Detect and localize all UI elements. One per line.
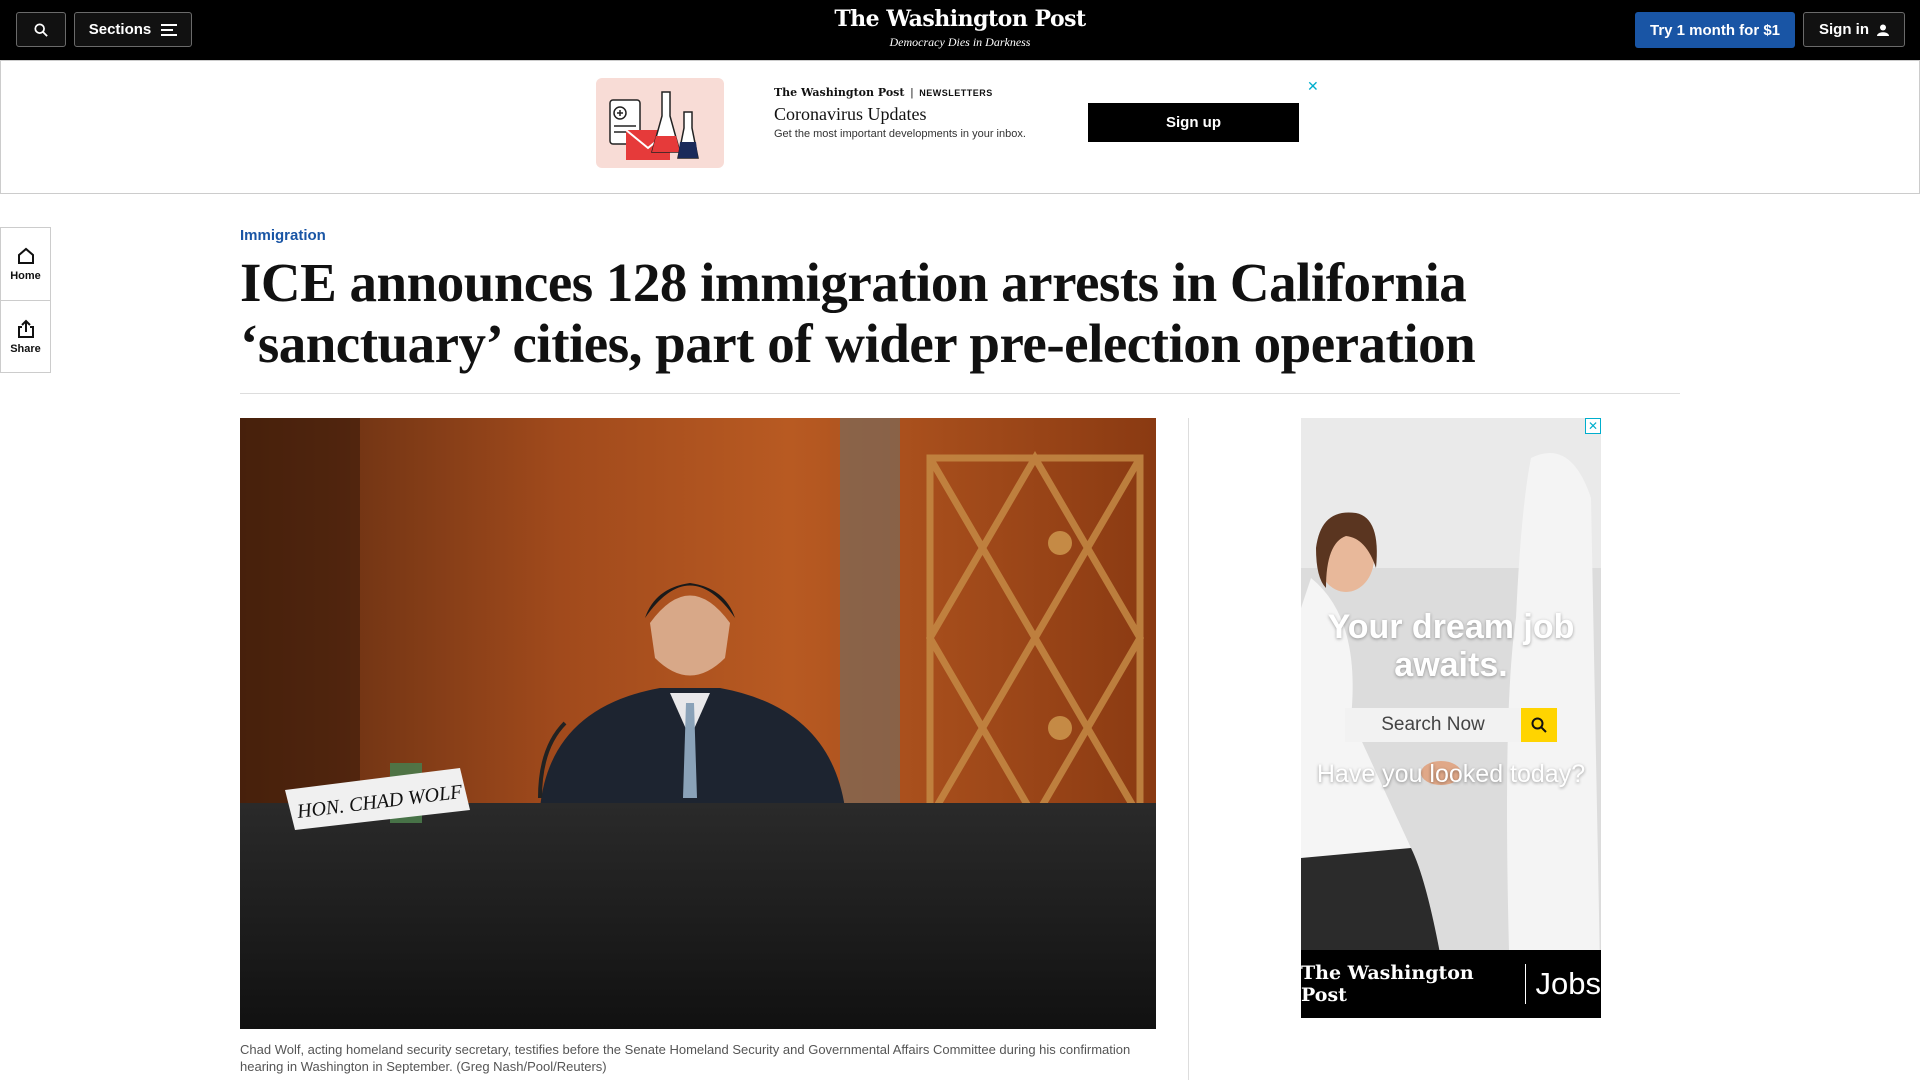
- jobs-ad-headline: Your dream job awaits.: [1327, 608, 1575, 684]
- tagline: Democracy Dies in Darkness: [889, 35, 1031, 49]
- top-navigation: Sections The Washington Post Democracy D…: [0, 0, 1920, 60]
- search-icon: [34, 22, 48, 37]
- lead-photo[interactable]: HON. CHAD WOLF: [240, 418, 1156, 1029]
- jobs-search[interactable]: Search Now: [1345, 708, 1557, 742]
- jobs-ad-question: Have you looked today?: [1316, 760, 1586, 788]
- newsletter-brand: The Washington Post | NEWSLETTERS: [774, 86, 993, 99]
- newsletter-illustration: [596, 78, 724, 168]
- newsletter-title: Coronavirus Updates: [774, 104, 927, 124]
- newsletter-subtitle: Get the most important developments in y…: [774, 128, 1026, 140]
- close-ad-icon[interactable]: ✕: [1585, 418, 1601, 434]
- home-icon: [17, 247, 34, 264]
- masthead[interactable]: The Washington Post Democracy Dies in Da…: [760, 6, 1160, 50]
- share-button[interactable]: Share: [1, 300, 50, 372]
- search-icon: [1531, 717, 1547, 733]
- jobs-search-button[interactable]: [1521, 708, 1557, 742]
- article-headline: ICE announces 128 immigration arrests in…: [240, 252, 1476, 374]
- user-icon: [1877, 24, 1889, 36]
- close-ad-icon[interactable]: ✕: [1307, 78, 1319, 95]
- newsletter-brand-logo: The Washington Post: [774, 86, 905, 99]
- newsletter-ad-banner: [0, 60, 1920, 194]
- sign-in-label: Sign in: [1819, 21, 1869, 38]
- divider: [1524, 964, 1526, 1004]
- subscribe-button[interactable]: Try 1 month for $1: [1635, 12, 1795, 48]
- jobs-ad-footer: The Washington Post Jobs: [1301, 950, 1601, 1018]
- sections-button[interactable]: Sections: [74, 12, 192, 47]
- jobs-search-field[interactable]: Search Now: [1345, 708, 1521, 742]
- column-divider: [1188, 418, 1189, 1080]
- headline-divider: [240, 393, 1680, 394]
- newsletter-signup-button[interactable]: Sign up: [1088, 103, 1299, 142]
- home-label: Home: [10, 270, 41, 282]
- newsletter-tag: NEWSLETTERS: [919, 87, 993, 98]
- divider: |: [910, 86, 914, 99]
- section-kicker[interactable]: Immigration: [240, 227, 326, 244]
- search-button[interactable]: [16, 12, 66, 47]
- menu-icon: [161, 23, 178, 36]
- sections-label: Sections: [88, 21, 152, 38]
- share-label: Share: [10, 342, 41, 355]
- jobs-ad-brand-logo: The Washington Post: [1301, 962, 1474, 1006]
- washington-post-logo[interactable]: The Washington Post: [760, 6, 1160, 32]
- photo-caption: Chad Wolf, acting homeland security secr…: [240, 1042, 1131, 1074]
- jobs-label: Jobs: [1535, 966, 1601, 1001]
- sign-in-button[interactable]: Sign in: [1803, 12, 1905, 47]
- left-rail: Home Share: [0, 227, 51, 373]
- jobs-ad[interactable]: Your dream job awaits. Search Now Have y…: [1301, 418, 1601, 1018]
- share-icon: [17, 319, 34, 338]
- home-button[interactable]: Home: [1, 228, 50, 300]
